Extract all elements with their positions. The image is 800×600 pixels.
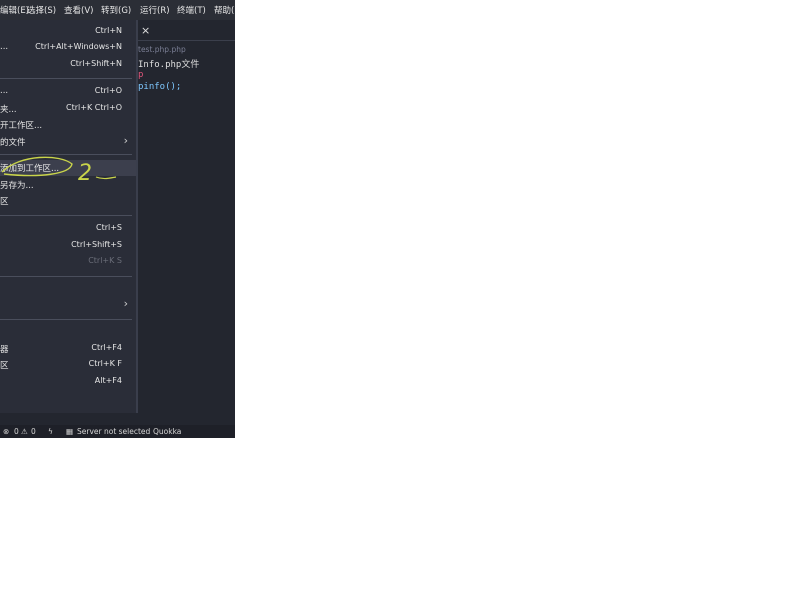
handwritten-annotation: 2	[1, 156, 117, 186]
status-bar: ⊗ 0 ⚠ 0 ϟ ▦ Server not selected Quokka	[0, 425, 235, 438]
menu-item-close-editor[interactable]: 器 Ctrl+F4	[0, 341, 136, 357]
menu-item-label: 夹...	[0, 105, 17, 115]
menu-item-label: ...	[0, 86, 9, 96]
menu-separator	[0, 319, 132, 320]
file-menu-dropdown: Ctrl+N ... Ctrl+Alt+Windows+N Ctrl+Shift…	[0, 20, 138, 413]
breadcrumb[interactable]: test.php.php	[138, 45, 186, 54]
menu-item-label: 区	[0, 361, 9, 371]
menu-bar: 编辑(E) 选择(S) 查看(V) 转到(G) 运行(R) 终端(T) 帮助(	[0, 0, 235, 20]
annotation-scribble	[1, 156, 73, 177]
menu-item-label: 的文件	[0, 138, 26, 148]
menu-terminal[interactable]: 终端(T)	[177, 4, 206, 16]
menu-item-shortcut: Ctrl+K S	[88, 256, 122, 265]
menu-item-label: 开工作区...	[0, 121, 43, 131]
menu-go[interactable]: 转到(G)	[101, 4, 131, 16]
warning-count[interactable]: 0	[31, 427, 36, 436]
annotation-number: 2	[78, 161, 92, 186]
server-status[interactable]: Server not selected	[77, 427, 150, 436]
editor-area[interactable]	[138, 20, 235, 425]
menu-item-open-folder[interactable]: 夹... Ctrl+K Ctrl+O	[0, 101, 136, 117]
close-icon[interactable]: ×	[141, 24, 150, 37]
menu-separator	[0, 215, 132, 216]
menu-item-save[interactable]: Ctrl+S	[0, 221, 136, 237]
menu-help[interactable]: 帮助(	[214, 4, 234, 16]
menu-item-label: 器	[0, 345, 9, 355]
menu-item-shortcut: Ctrl+Alt+Windows+N	[35, 42, 122, 51]
code-line-1: Info.php文件	[138, 60, 200, 70]
error-count[interactable]: 0	[14, 427, 19, 436]
menu-item-shortcut: Ctrl+N	[95, 26, 122, 35]
quokka-status[interactable]: Quokka	[153, 427, 181, 436]
error-icon[interactable]: ⊗	[3, 427, 9, 436]
menu-item-label: ...	[0, 42, 9, 52]
menu-separator	[0, 78, 132, 79]
menu-item-duplicate-workspace[interactable]: 区	[0, 193, 136, 209]
menu-item-preferences[interactable]: ›	[0, 297, 136, 313]
annotation-tail	[95, 176, 117, 180]
menu-item-save-as[interactable]: Ctrl+Shift+S	[0, 238, 136, 254]
code-line-2: p	[138, 70, 144, 80]
menu-item-new-file-picker[interactable]: ... Ctrl+Alt+Windows+N	[0, 40, 136, 56]
menu-item-shortcut: Ctrl+Shift+N	[70, 59, 122, 68]
menu-item-shortcut: Ctrl+F4	[91, 343, 122, 352]
warning-icon[interactable]: ⚠	[21, 427, 28, 436]
menu-separator	[0, 276, 132, 277]
menu-item-exit[interactable]: Alt+F4	[0, 374, 136, 390]
menu-item-shortcut: Ctrl+S	[95, 223, 122, 232]
chevron-right-icon: ›	[123, 297, 128, 310]
menu-item-label: 区	[0, 197, 9, 207]
menu-edit[interactable]: 编辑(E)	[0, 4, 29, 16]
menu-item-open-recent[interactable]: 的文件 ›	[0, 134, 136, 150]
menu-item-new-file[interactable]: Ctrl+N	[0, 24, 136, 40]
menu-selection[interactable]: 选择(S)	[27, 4, 56, 16]
menu-item-save-all[interactable]: Ctrl+K S	[0, 254, 136, 270]
menu-view[interactable]: 查看(V)	[64, 4, 93, 16]
server-icon[interactable]: ▦	[66, 427, 73, 436]
menu-run[interactable]: 运行(R)	[140, 4, 170, 16]
menu-item-shortcut: Ctrl+Shift+S	[71, 240, 122, 249]
tab-strip-divider	[138, 40, 235, 41]
code-line-3: pinfo();	[138, 82, 182, 92]
menu-item-close-folder[interactable]: 区 Ctrl+K F	[0, 357, 136, 373]
screenshot: 编辑(E) 选择(S) 查看(V) 转到(G) 运行(R) 终端(T) 帮助( …	[0, 0, 235, 438]
menu-item-shortcut: Ctrl+K F	[88, 359, 122, 368]
bolt-icon[interactable]: ϟ	[48, 427, 53, 436]
menu-item-new-window[interactable]: Ctrl+Shift+N	[0, 57, 136, 73]
menu-item-shortcut: Ctrl+K Ctrl+O	[66, 103, 122, 112]
menu-item-shortcut: Ctrl+O	[94, 86, 122, 95]
menu-item-open-file[interactable]: ... Ctrl+O	[0, 84, 136, 100]
menu-item-shortcut: Alt+F4	[94, 376, 122, 385]
menu-item-open-workspace[interactable]: 开工作区...	[0, 117, 136, 133]
chevron-right-icon: ›	[123, 134, 128, 147]
